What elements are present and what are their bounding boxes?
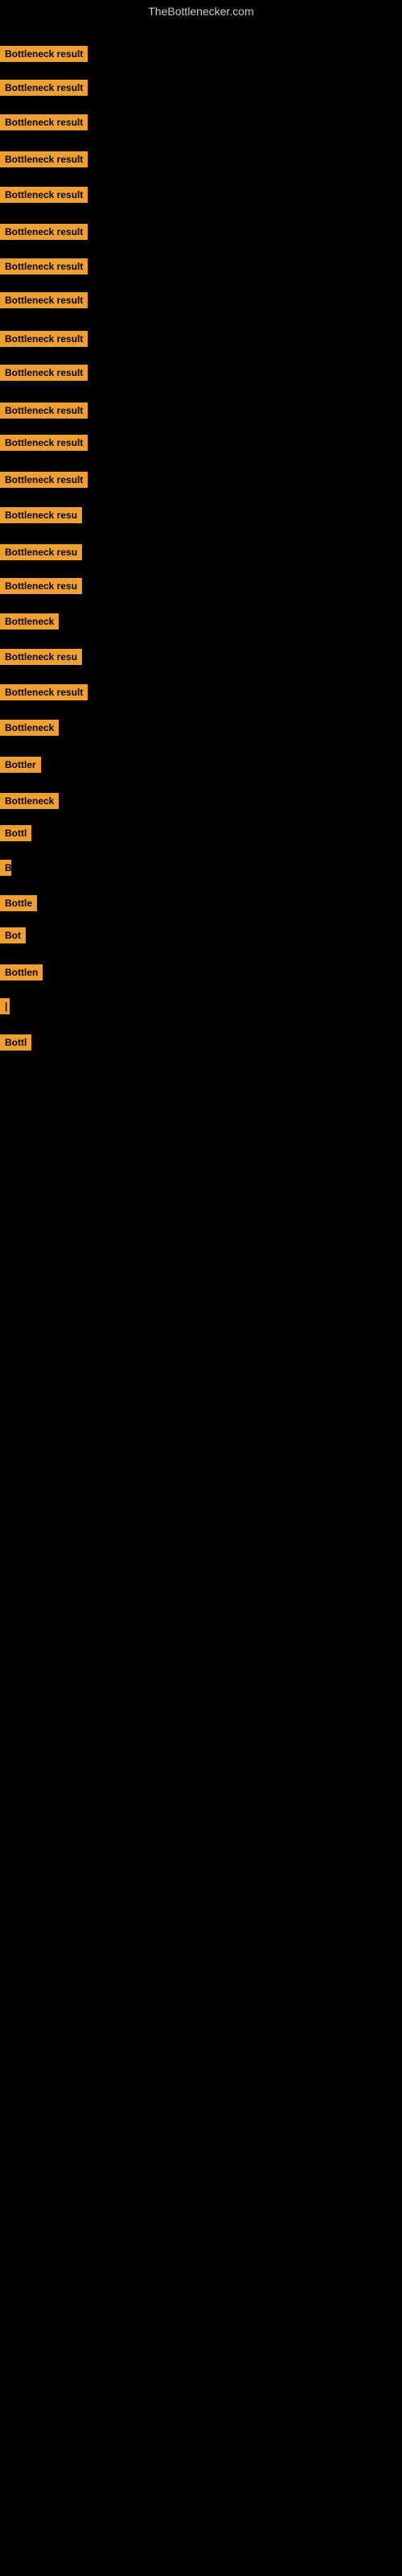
bottleneck-badge-row: Bottl: [0, 1034, 31, 1055]
bottleneck-badge-row: Bottleneck: [0, 613, 59, 634]
bottleneck-badge: Bottleneck: [0, 613, 59, 630]
bottleneck-badge-row: Bottleneck result: [0, 365, 88, 385]
bottleneck-badge: Bottleneck result: [0, 292, 88, 308]
bottleneck-badge-row: Bottleneck result: [0, 187, 88, 207]
bottleneck-badge-row: Bottleneck result: [0, 402, 88, 423]
bottleneck-badge-row: Bottleneck resu: [0, 544, 82, 564]
bottleneck-badge: Bottleneck: [0, 793, 59, 809]
bottleneck-badge-row: Bottleneck: [0, 793, 59, 813]
bottleneck-badge: Bottlen: [0, 964, 43, 980]
bottleneck-badge: Bottleneck result: [0, 46, 88, 62]
bottleneck-badge: Bottleneck result: [0, 435, 88, 451]
bottleneck-badge: Bottl: [0, 825, 31, 841]
bottleneck-badge-row: Bottleneck result: [0, 472, 88, 492]
bottleneck-badge-row: Bottleneck resu: [0, 578, 82, 598]
bottleneck-badge-row: Bottleneck result: [0, 114, 88, 134]
bottleneck-badge-row: Bottleneck: [0, 720, 59, 740]
bottleneck-badge: Bottleneck result: [0, 684, 88, 700]
bottleneck-badge-row: Bottl: [0, 825, 31, 845]
bottleneck-badge-row: Bottleneck result: [0, 258, 88, 279]
bottleneck-badge: Bottleneck resu: [0, 649, 82, 665]
bottleneck-badge-row: Bottle: [0, 895, 37, 915]
bottleneck-badge-row: Bottleneck result: [0, 292, 88, 312]
bottleneck-badge: Bottl: [0, 1034, 31, 1051]
site-title: TheBottlenecker.com: [0, 0, 402, 23]
bottleneck-badge: Bottleneck result: [0, 80, 88, 96]
bottleneck-badge: Bottleneck: [0, 720, 59, 736]
bottleneck-badge: Bottleneck result: [0, 365, 88, 381]
bottleneck-badge-row: Bottleneck result: [0, 331, 88, 351]
bottleneck-badge-row: Bottleneck resu: [0, 507, 82, 527]
bottleneck-badge: B: [0, 860, 11, 876]
bottleneck-badge: Bottle: [0, 895, 37, 911]
bottleneck-badge-row: Bottleneck result: [0, 224, 88, 244]
bottleneck-badge: Bottler: [0, 757, 41, 773]
bottleneck-badge-row: Bottleneck result: [0, 435, 88, 455]
bottleneck-badge-row: Bot: [0, 927, 26, 947]
bottleneck-badge-row: Bottleneck result: [0, 684, 88, 704]
bottleneck-badge: Bottleneck result: [0, 151, 88, 167]
bottleneck-badge: Bottleneck resu: [0, 507, 82, 523]
bottleneck-badge-row: Bottleneck result: [0, 46, 88, 66]
bottleneck-badge-row: |: [0, 998, 6, 1018]
bottleneck-badge: Bottleneck resu: [0, 578, 82, 594]
bottleneck-badge: |: [0, 998, 10, 1014]
bottleneck-badge-row: Bottleneck resu: [0, 649, 82, 669]
bottleneck-badge: Bottleneck resu: [0, 544, 82, 560]
bottleneck-badge: Bottleneck result: [0, 114, 88, 130]
bottleneck-badge-row: Bottleneck result: [0, 80, 88, 100]
bottleneck-badge: Bot: [0, 927, 26, 943]
bottleneck-badge: Bottleneck result: [0, 402, 88, 419]
bottleneck-badge: Bottleneck result: [0, 187, 88, 203]
bottleneck-badge: Bottleneck result: [0, 472, 88, 488]
bottleneck-badge-row: Bottlen: [0, 964, 43, 985]
bottleneck-badge-row: Bottler: [0, 757, 41, 777]
bottleneck-badge-row: B: [0, 860, 11, 880]
bottleneck-badge: Bottleneck result: [0, 224, 88, 240]
bottleneck-badge: Bottleneck result: [0, 258, 88, 275]
bottleneck-badge: Bottleneck result: [0, 331, 88, 347]
bottleneck-badge-row: Bottleneck result: [0, 151, 88, 171]
